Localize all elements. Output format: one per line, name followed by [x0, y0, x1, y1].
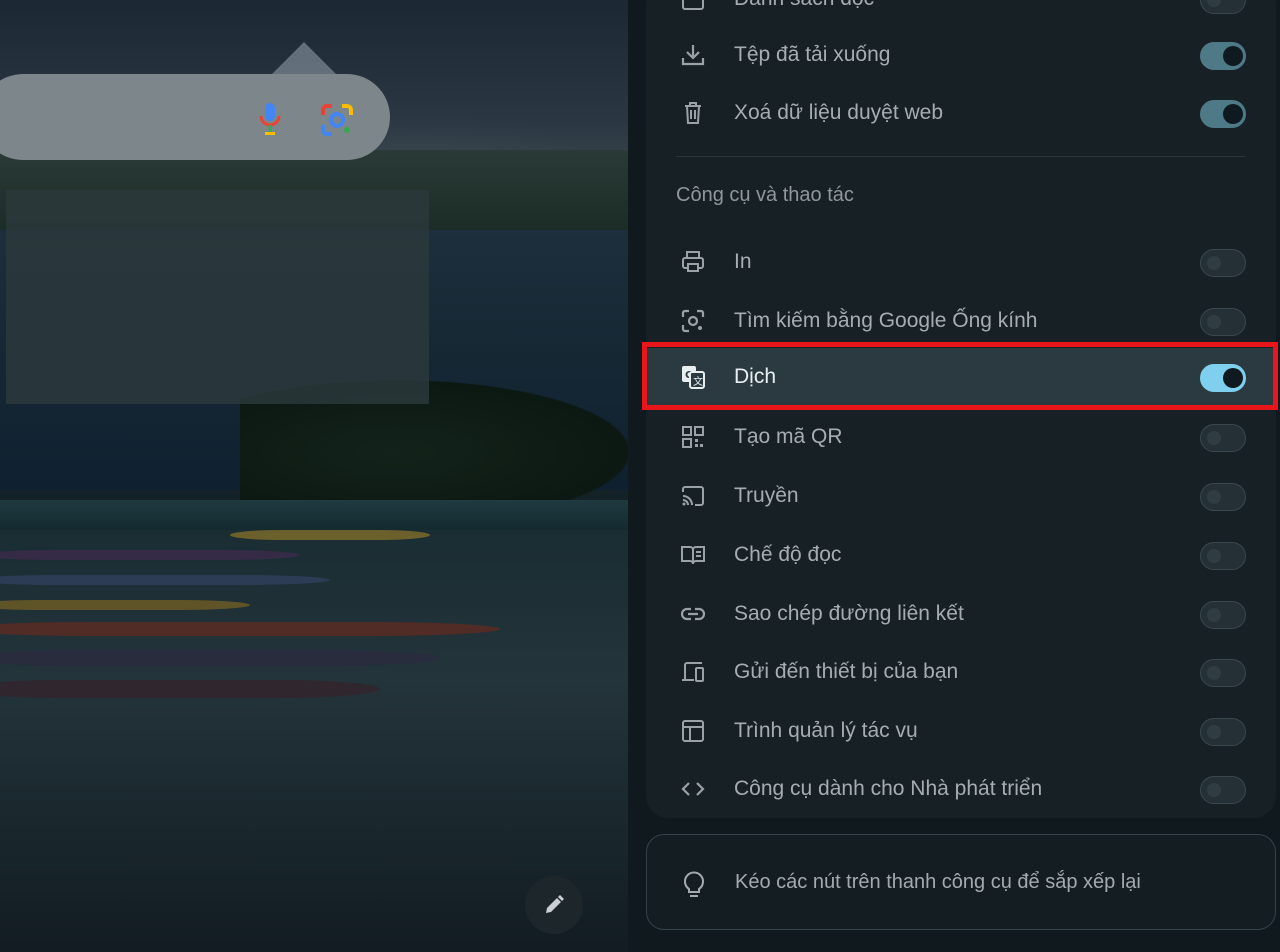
- toggle-switch[interactable]: [1200, 601, 1246, 629]
- toggle-switch[interactable]: [1200, 659, 1246, 687]
- task-manager-icon: [680, 718, 706, 744]
- toolbar-option-label: Sao chép đường liên kết: [734, 602, 964, 625]
- toggle-switch[interactable]: [1200, 100, 1246, 128]
- book-icon: [680, 542, 706, 568]
- highlight-annotation-frame: [642, 342, 1278, 410]
- mic-icon[interactable]: [258, 102, 282, 136]
- toolbar-option-developer-tools[interactable]: Công cụ dành cho Nhà phát triển: [646, 760, 1276, 818]
- reading-list-icon: [680, 0, 706, 12]
- toolbar-option-label: Tạo mã QR: [734, 425, 843, 448]
- toolbar-option-task-manager[interactable]: Trình quản lý tác vụ: [646, 702, 1276, 760]
- hint-card: Kéo các nút trên thanh công cụ để sắp xế…: [646, 834, 1276, 930]
- shortcuts-placeholder: [6, 190, 429, 404]
- toggle-switch[interactable]: [1200, 308, 1246, 336]
- divider: [676, 156, 1246, 157]
- toolbar-option-qr-code[interactable]: Tạo mã QR: [646, 408, 1276, 466]
- hint-text: Kéo các nút trên thanh công cụ để sắp xế…: [735, 871, 1141, 893]
- toolbar-option-label: Trình quản lý tác vụ: [734, 719, 918, 742]
- toolbar-option-downloads[interactable]: Tệp đã tải xuống: [646, 26, 1276, 84]
- toggle-switch[interactable]: [1200, 424, 1246, 452]
- toggle-switch[interactable]: [1200, 0, 1246, 14]
- boat: [230, 530, 430, 540]
- lens-search-icon: [680, 308, 706, 334]
- boat: [0, 680, 380, 698]
- boat: [0, 650, 440, 666]
- boat: [0, 575, 330, 585]
- cast-icon: [680, 483, 706, 509]
- lightbulb-icon: [681, 867, 707, 899]
- section-title: Công cụ và thao tác: [676, 184, 854, 206]
- toolbar-option-reading-list[interactable]: Danh sách đọc: [646, 0, 1276, 28]
- edit-background-button[interactable]: [525, 876, 583, 934]
- toolbar-option-label: Gửi đến thiết bị của bạn: [734, 660, 959, 683]
- toolbar-option-label: Danh sách đọc: [734, 0, 874, 28]
- toolbar-option-label: Tệp đã tải xuống: [734, 43, 891, 66]
- toggle-switch[interactable]: [1200, 483, 1246, 511]
- toolbar-option-print[interactable]: In: [646, 233, 1276, 291]
- toggle-switch[interactable]: [1200, 542, 1246, 570]
- boat: [0, 600, 250, 610]
- boat: [0, 550, 300, 560]
- code-icon: [680, 776, 706, 802]
- toolbar-option-label: Truyền: [734, 484, 799, 507]
- toolbar-option-label: Xoá dữ liệu duyệt web: [734, 101, 944, 124]
- toolbar-option-reading-mode[interactable]: Chế độ đọc: [646, 526, 1276, 584]
- toggle-switch[interactable]: [1200, 776, 1246, 804]
- toolbar-option-copy-link[interactable]: Sao chép đường liên kết: [646, 585, 1276, 643]
- download-icon: [680, 42, 706, 68]
- qr-icon: [680, 424, 706, 450]
- toggle-switch[interactable]: [1200, 718, 1246, 746]
- toolbar-option-cast[interactable]: Truyền: [646, 467, 1276, 525]
- toolbar-option-send-to-devices[interactable]: Gửi đến thiết bị của bạn: [646, 643, 1276, 701]
- pencil-icon: [542, 893, 566, 917]
- lens-icon[interactable]: [320, 103, 354, 137]
- toolbar-option-label: Chế độ đọc: [734, 543, 842, 566]
- toolbar-option-label: Công cụ dành cho Nhà phát triển: [734, 777, 1043, 800]
- toggle-switch[interactable]: [1200, 249, 1246, 277]
- toolbar-option-clear-data[interactable]: Xoá dữ liệu duyệt web: [646, 84, 1276, 142]
- mountain-peak: [270, 42, 338, 76]
- boat: [0, 622, 500, 636]
- shoreline: [0, 500, 628, 530]
- trash-icon: [680, 100, 706, 126]
- toolbar-option-label: In: [734, 250, 752, 273]
- devices-icon: [680, 659, 706, 685]
- print-icon: [680, 249, 706, 275]
- toggle-switch[interactable]: [1200, 42, 1246, 70]
- link-icon: [680, 601, 706, 627]
